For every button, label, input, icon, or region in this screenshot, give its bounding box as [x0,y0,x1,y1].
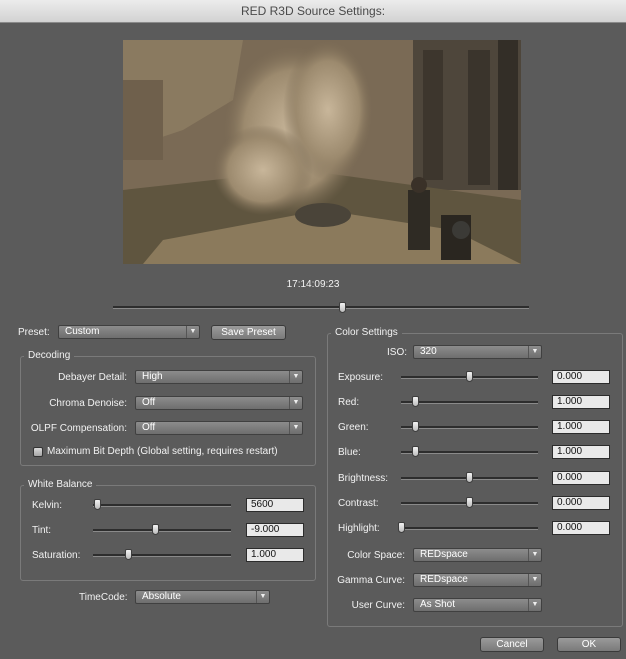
video-preview [123,40,521,264]
debayer-value: High [142,371,163,382]
gamma-curve-dropdown[interactable]: REDspace ▼ [413,573,542,587]
exposure-field[interactable]: 0.000 [552,370,610,384]
chevron-down-icon: ▼ [289,371,302,383]
user-curve-label: User Curve: [351,600,405,611]
brightness-field[interactable]: 0.000 [552,471,610,485]
exposure-slider-thumb[interactable] [466,371,473,382]
red-label: Red: [338,397,360,408]
highlight-slider-thumb[interactable] [398,522,405,533]
saturation-slider-thumb[interactable] [125,549,132,560]
preset-value: Custom [65,326,100,337]
chevron-down-icon: ▼ [528,549,541,561]
chevron-down-icon: ▼ [528,599,541,611]
olpf-label: OLPF Compensation: [30,423,127,434]
max-bit-depth-label: Maximum Bit Depth (Global setting, requi… [47,446,278,457]
contrast-label: Contrast: [338,498,379,509]
blue-label: Blue: [338,447,361,458]
iso-dropdown[interactable]: 320 ▼ [413,345,542,359]
blue-field[interactable]: 1.000 [552,445,610,459]
color-space-dropdown[interactable]: REDspace ▼ [413,548,542,562]
highlight-label: Highlight: [338,523,380,534]
chroma-denoise-value: Off [142,397,156,408]
green-slider-track[interactable] [401,426,538,429]
chevron-down-icon: ▼ [528,346,541,358]
saturation-slider-track[interactable] [93,554,231,557]
gamma-curve-value: REDspace [420,574,468,585]
white-balance-title: White Balance [24,479,97,490]
brightness-label: Brightness: [338,473,389,484]
kelvin-label: Kelvin: [32,500,63,511]
contrast-slider-thumb[interactable] [466,497,473,508]
red-slider-thumb[interactable] [412,396,419,407]
tint-slider-thumb[interactable] [152,524,159,535]
scrub-track[interactable] [113,306,529,309]
chroma-denoise-label: Chroma Denoise: [49,398,127,409]
save-preset-button[interactable]: Save Preset [211,325,286,340]
red-slider-track[interactable] [401,401,538,404]
tint-label: Tint: [32,525,52,536]
highlight-slider-track[interactable] [401,527,538,530]
contrast-field[interactable]: 0.000 [552,496,610,510]
max-bit-depth-checkbox[interactable] [33,447,43,457]
olpf-dropdown[interactable]: Off ▼ [135,421,303,435]
chevron-down-icon: ▼ [186,326,199,338]
chroma-denoise-dropdown[interactable]: Off ▼ [135,396,303,410]
timecode-label: TimeCode: [79,592,128,603]
olpf-value: Off [142,422,156,433]
scrub-thumb[interactable] [338,302,346,313]
color-space-value: REDspace [420,549,468,560]
preset-dropdown[interactable]: Custom ▼ [58,325,200,339]
tint-field[interactable]: -9.000 [246,523,304,537]
debayer-dropdown[interactable]: High ▼ [135,370,303,384]
window-title: RED R3D Source Settings: [0,0,626,23]
debayer-label: Debayer Detail: [58,372,127,383]
preview-timecode: 17:14:09:23 [286,279,340,290]
blue-slider-thumb[interactable] [412,446,419,457]
preset-label: Preset: [18,327,50,338]
green-field[interactable]: 1.000 [552,420,610,434]
kelvin-field[interactable]: 5600 [246,498,304,512]
gamma-curve-label: Gamma Curve: [337,575,405,586]
color-settings-title: Color Settings [331,327,402,338]
user-curve-value: As Shot [420,599,456,610]
chevron-down-icon: ▼ [289,422,302,434]
iso-value: 320 [420,346,437,357]
chevron-down-icon: ▼ [289,397,302,409]
chevron-down-icon: ▼ [528,574,541,586]
kelvin-slider-track[interactable] [93,504,231,507]
timecode-dropdown[interactable]: Absolute ▼ [135,590,270,604]
tint-slider-track[interactable] [93,529,231,532]
green-label: Green: [338,422,369,433]
blue-slider-track[interactable] [401,451,538,454]
brightness-slider-thumb[interactable] [466,472,473,483]
ok-button[interactable]: OK [557,637,621,652]
chevron-down-icon: ▼ [256,591,269,603]
preview-frame-image [123,40,521,264]
decoding-title: Decoding [24,350,75,361]
user-curve-dropdown[interactable]: As Shot ▼ [413,598,542,612]
saturation-label: Saturation: [32,550,81,561]
green-slider-thumb[interactable] [412,421,419,432]
exposure-label: Exposure: [338,372,384,383]
iso-label: ISO: [387,347,408,358]
color-space-label: Color Space: [347,550,405,561]
highlight-field[interactable]: 0.000 [552,521,610,535]
cancel-button[interactable]: Cancel [480,637,544,652]
kelvin-slider-thumb[interactable] [94,499,101,510]
timecode-value: Absolute [142,591,181,602]
red-field[interactable]: 1.000 [552,395,610,409]
saturation-field[interactable]: 1.000 [246,548,304,562]
